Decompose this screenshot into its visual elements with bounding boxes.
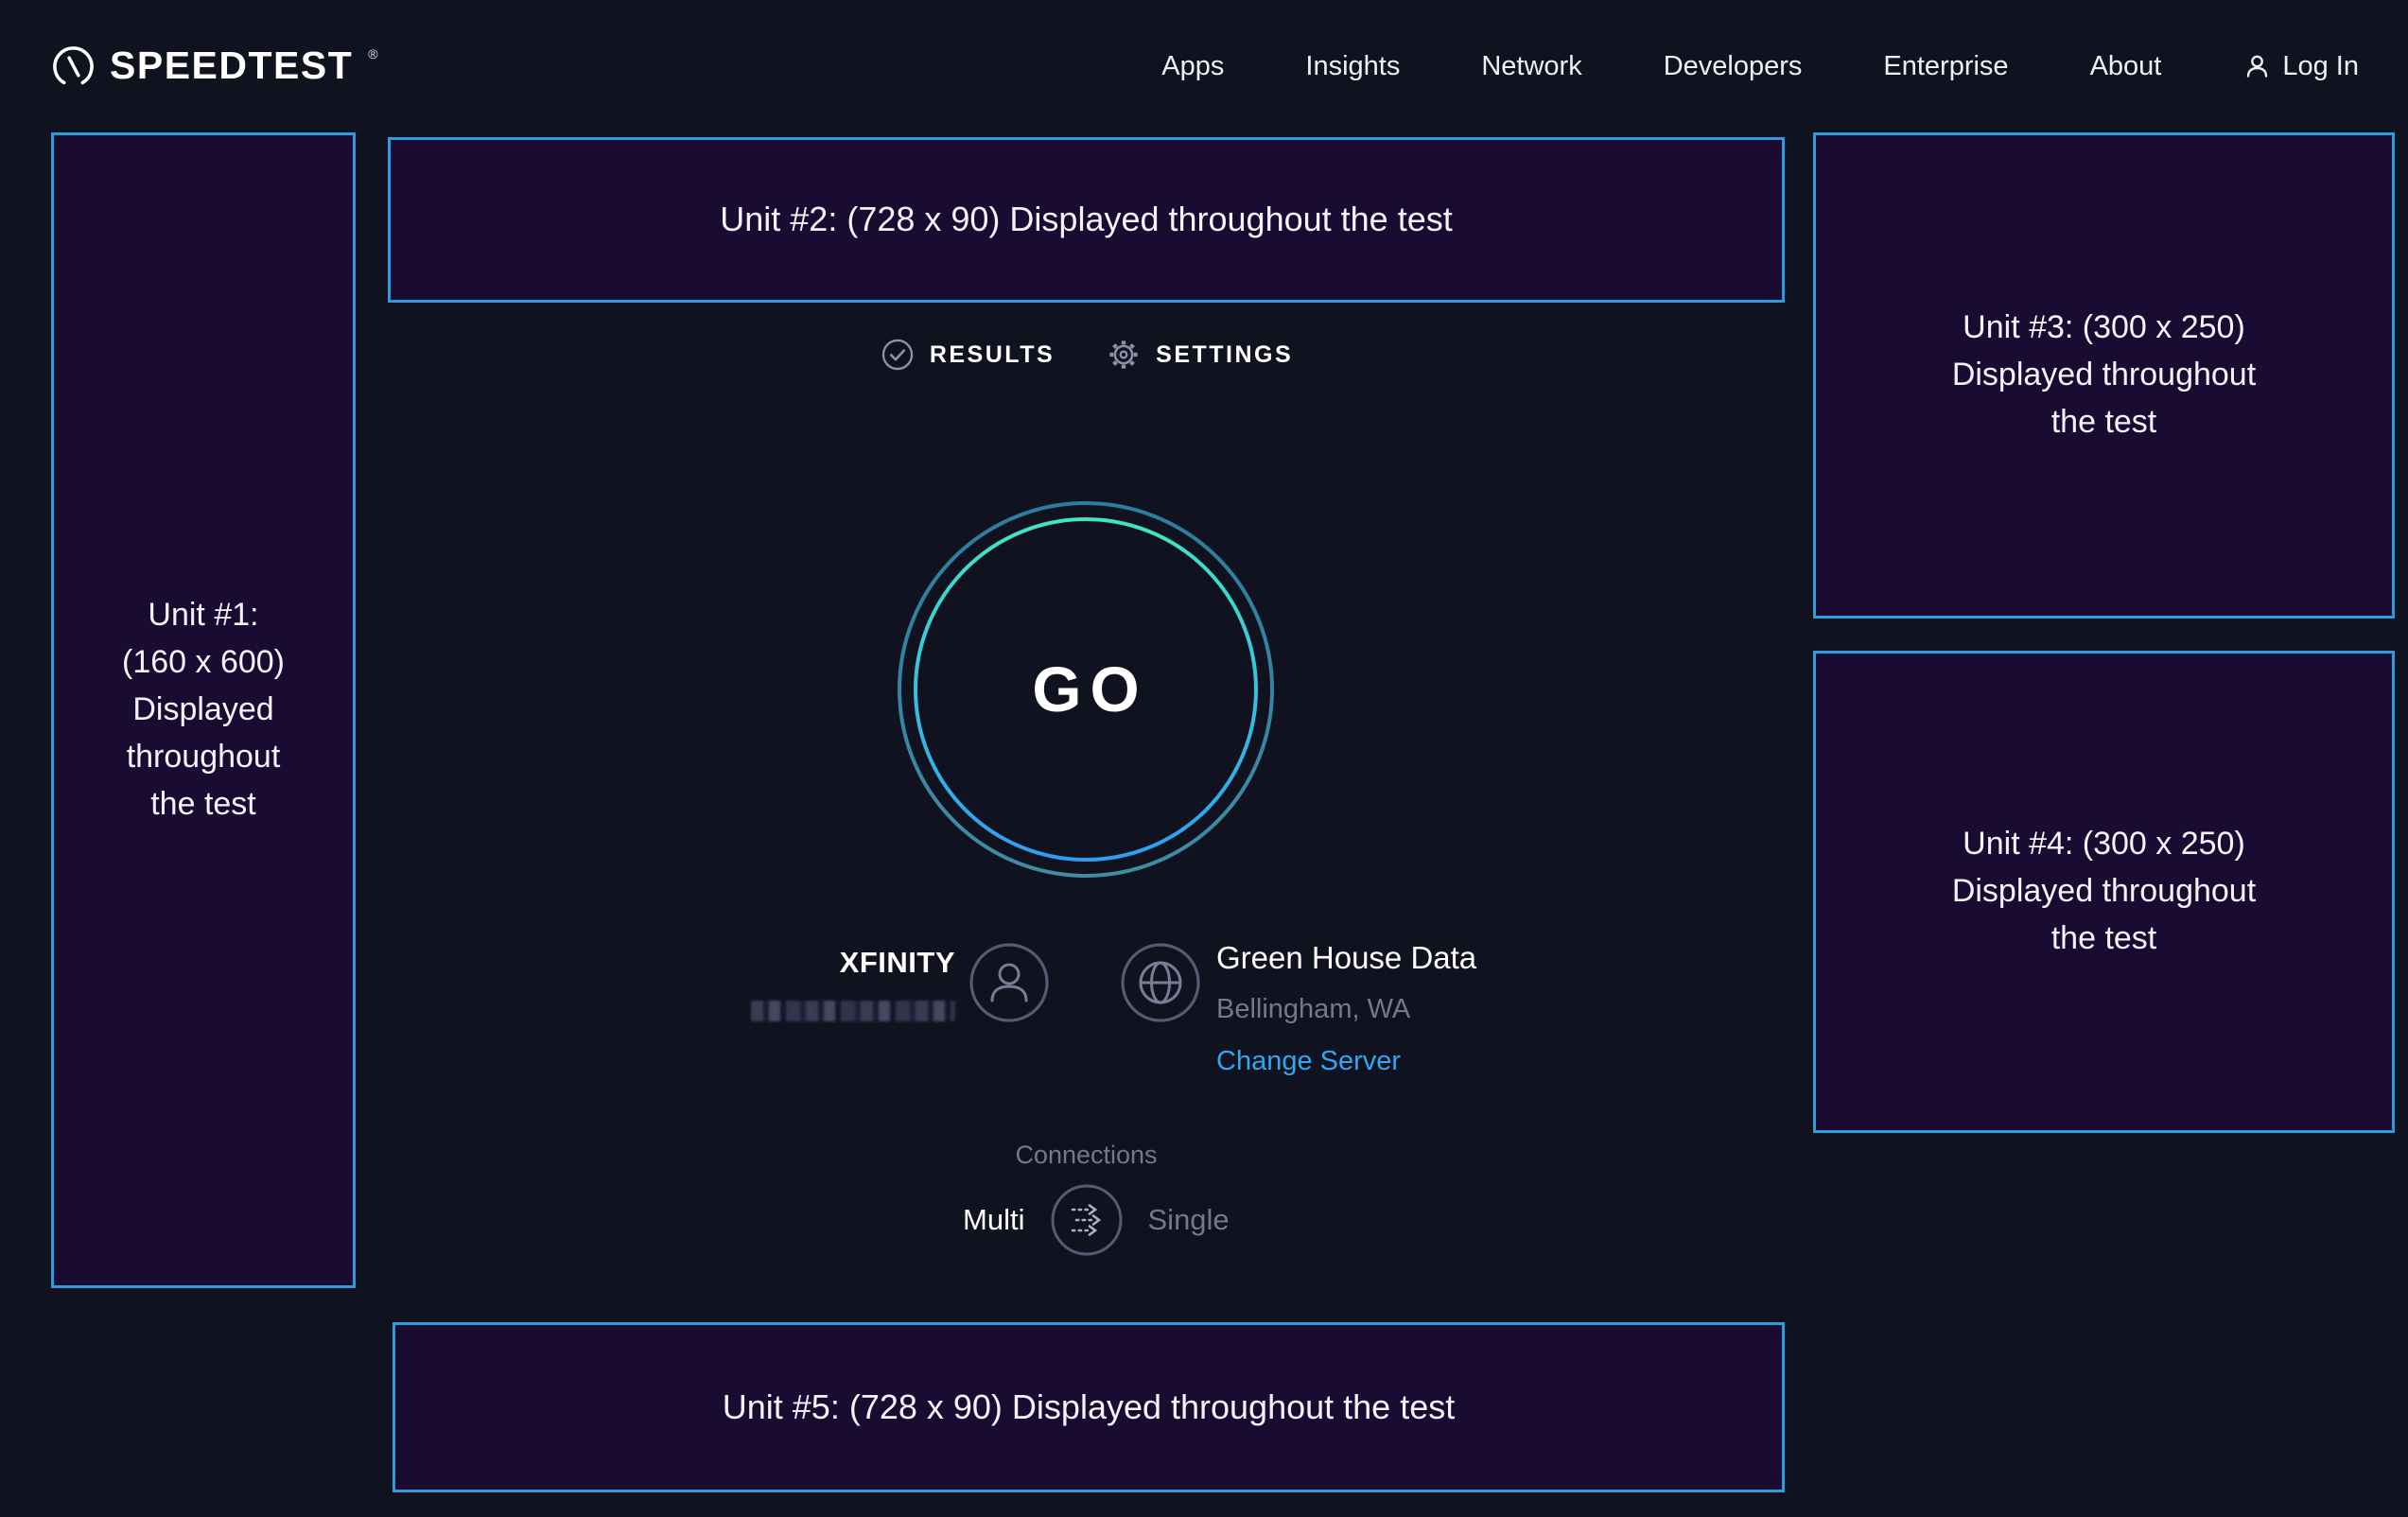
nav-links: Apps Insights Network Developers Enterpr… [1161,51,2359,82]
connection-meta: XFINITY Green House Data Bellingham, WA … [388,936,1785,1116]
globe-icon [1120,942,1201,1023]
nav-item-enterprise[interactable]: Enterprise [1883,51,2008,82]
server-location: Bellingham, WA [1216,994,1476,1025]
nav-item-apps[interactable]: Apps [1161,51,1224,82]
tab-results-label: RESULTS [930,341,1055,369]
check-circle-icon [880,337,916,373]
login-button[interactable]: Log In [2242,51,2359,82]
gauge-icon [51,44,96,89]
ad-unit-label: Unit #2: (728 x 90) Displayed throughout… [720,195,1452,245]
logo-wordmark: SPEEDTEST [110,43,353,89]
ad-unit-label: Unit #4: (300 x 250) Displayed throughou… [1952,821,2256,963]
ad-unit-5-leaderboard: Unit #5: (728 x 90) Displayed throughout… [393,1322,1785,1492]
nav-item-about[interactable]: About [2090,51,2162,82]
connections-option-multi[interactable]: Multi [902,1203,1025,1237]
user-icon [2242,52,2272,81]
ad-unit-label: Unit #1: (160 x 600) Displayed throughou… [122,592,285,828]
tab-results[interactable]: RESULTS [880,337,1055,373]
isp-name: XFINITY [840,946,955,980]
ad-unit-1-skyscraper: Unit #1: (160 x 600) Displayed throughou… [51,132,356,1288]
server-name: Green House Data [1216,940,1476,976]
ad-unit-4-rectangle: Unit #4: (300 x 250) Displayed throughou… [1813,651,2395,1133]
isp-ip-redacted [751,1001,955,1021]
connections-toggle-row: Multi Single [388,1183,1785,1257]
speedtest-page: SPEEDTEST ® Apps Insights Network Develo… [0,0,2408,1517]
ad-unit-3-rectangle: Unit #3: (300 x 250) Displayed throughou… [1813,132,2395,619]
ad-unit-label: Unit #3: (300 x 250) Displayed throughou… [1952,305,2256,446]
change-server-link[interactable]: Change Server [1216,1046,1476,1077]
nav-item-developers[interactable]: Developers [1664,51,1803,82]
connections-option-single[interactable]: Single [1148,1203,1271,1237]
view-tabs: RESULTS SETTINGS [388,337,1785,373]
top-nav: SPEEDTEST ® Apps Insights Network Develo… [0,0,2408,132]
gear-icon [1106,337,1142,373]
ad-unit-2-leaderboard: Unit #2: (728 x 90) Displayed throughout… [388,137,1785,303]
login-label: Log In [2282,51,2359,82]
nav-item-network[interactable]: Network [1481,51,1581,82]
tab-settings-label: SETTINGS [1156,341,1293,369]
nav-item-insights[interactable]: Insights [1305,51,1400,82]
ad-unit-label: Unit #5: (728 x 90) Displayed throughout… [723,1383,1455,1433]
connections-section: Connections Multi Single [388,1141,1785,1257]
go-button-label: GO [887,491,1284,888]
multi-connection-toggle-icon[interactable] [1050,1183,1124,1257]
go-button[interactable]: GO [887,491,1284,888]
server-info: Green House Data Bellingham, WA Change S… [1216,940,1476,1077]
user-circle-icon [968,942,1050,1023]
logo-trademark: ® [368,46,377,61]
speedtest-logo[interactable]: SPEEDTEST ® [51,43,378,89]
connections-label: Connections [388,1141,1785,1170]
tab-settings[interactable]: SETTINGS [1106,337,1293,373]
